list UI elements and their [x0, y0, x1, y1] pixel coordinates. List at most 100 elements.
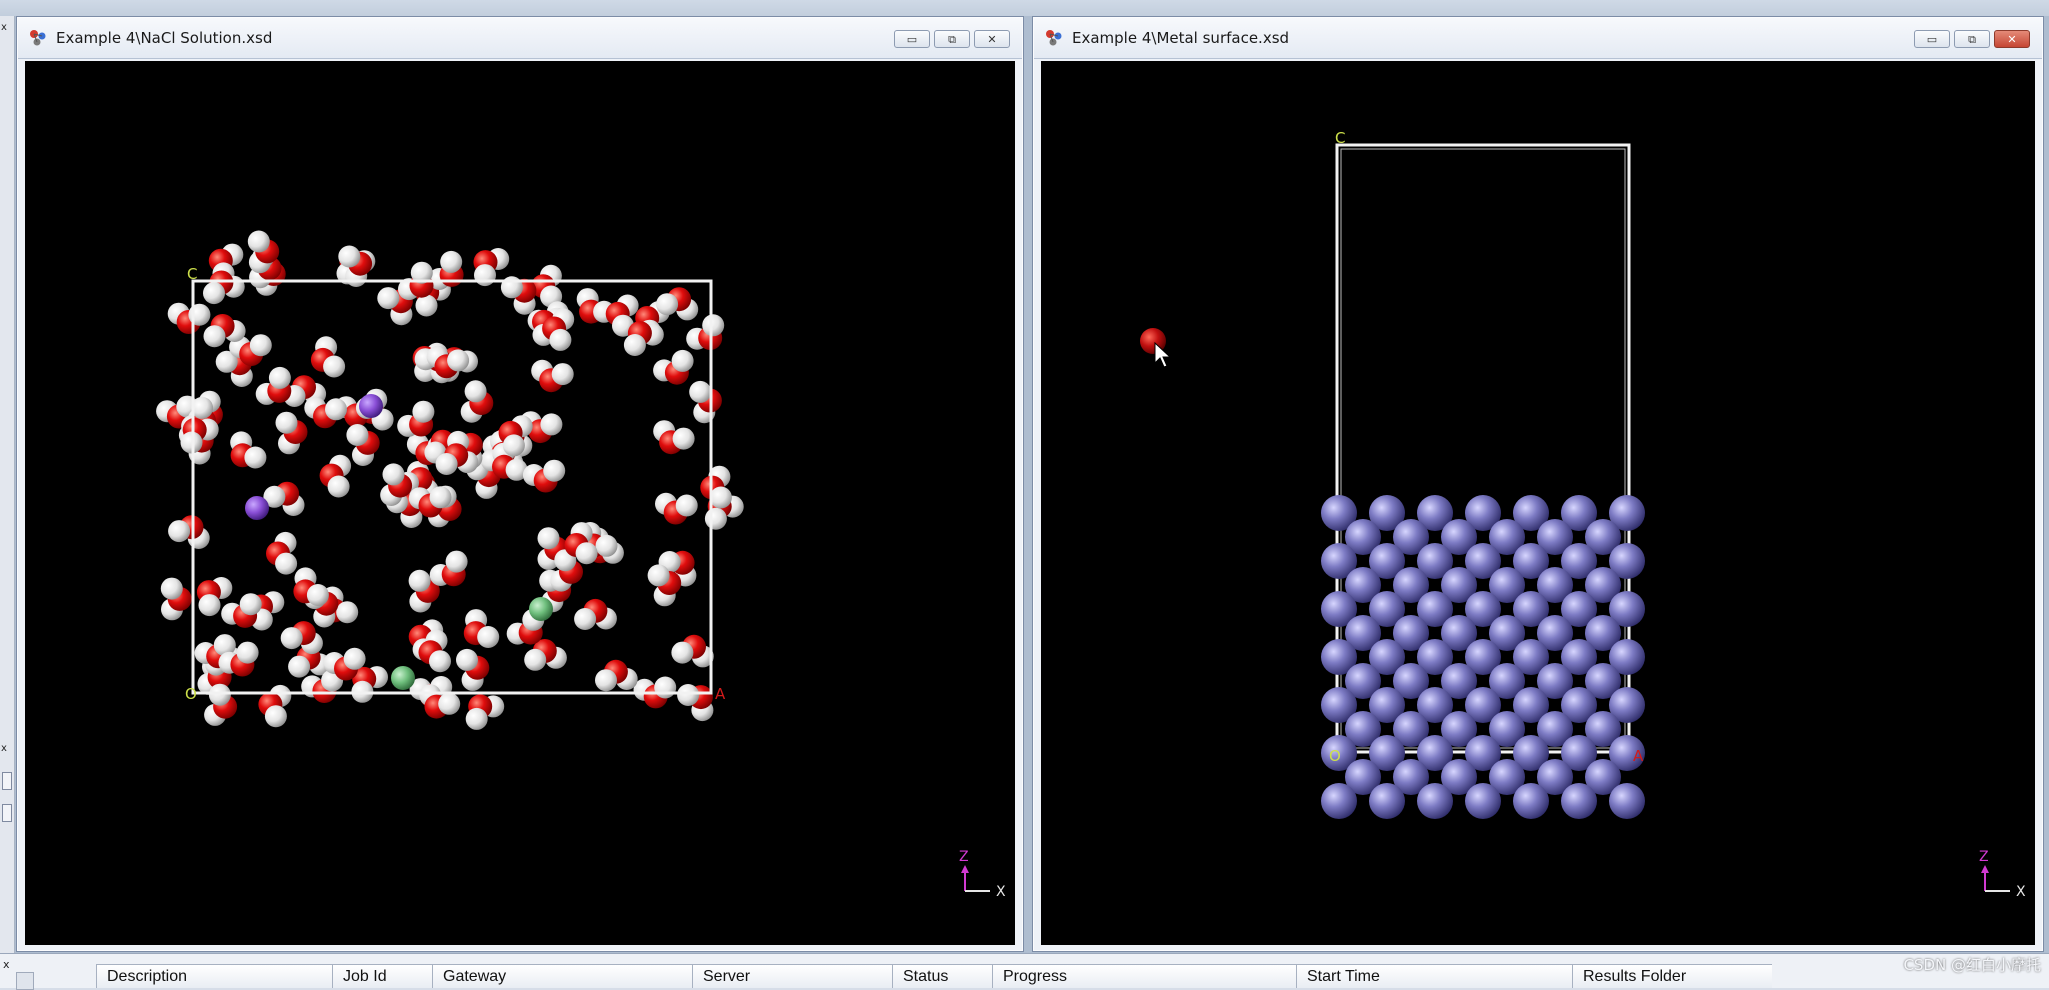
hydrogen-atom [595, 669, 617, 692]
window-title-bar[interactable]: Example 4\NaCl Solution.xsd ▭ ⧉ ✕ [18, 18, 1022, 59]
axis-label-z: Z [1979, 849, 1989, 865]
sodium-ion [359, 394, 383, 418]
3d-structure-viewport[interactable]: C O A Z X [25, 61, 1015, 945]
panel-tab[interactable] [16, 972, 34, 990]
hydrogen-atom [412, 400, 435, 423]
restore-icon: ⧉ [948, 32, 956, 46]
hydrogen-atom [429, 650, 451, 673]
hydrogen-atom [440, 250, 463, 273]
3d-structure-viewport[interactable]: C O A Z X [1041, 61, 2035, 945]
hydrogen-atom [198, 594, 221, 617]
lattice-label-c: C [187, 265, 197, 283]
column-header-job-id[interactable]: Job Id [332, 964, 432, 988]
hydrogen-atom [247, 230, 270, 253]
hydrogen-atom [709, 486, 732, 509]
restore-button[interactable]: ⧉ [934, 30, 970, 48]
panel-close-icon[interactable]: x [3, 958, 10, 971]
hydrogen-atom [464, 380, 487, 403]
hydrogen-atom [574, 608, 597, 630]
hydrogen-atom [236, 641, 259, 664]
lattice-label-origin: O [1329, 747, 1341, 765]
dock-close-icon[interactable]: x [1, 22, 7, 34]
hydrogen-atom [306, 584, 329, 606]
hydrogen-atom [671, 349, 694, 372]
left-dock-strip: x x [0, 16, 15, 953]
dock-tab[interactable] [2, 804, 12, 822]
hydrogen-atom [249, 334, 272, 357]
hydrogen-atom [325, 398, 347, 421]
hydrogen-atom [323, 355, 346, 378]
hydrogen-atom [429, 486, 452, 509]
hydrogen-atom [343, 647, 366, 670]
metal-atom [1513, 783, 1549, 819]
metal-atom [1465, 783, 1501, 819]
restore-button[interactable]: ⧉ [1954, 30, 1990, 48]
hydrogen-atom [677, 684, 700, 706]
metal-atom [1369, 783, 1405, 819]
hydrogen-atom [595, 534, 618, 557]
sodium-ion [245, 496, 269, 520]
hydrogen-atom [346, 424, 369, 446]
minimize-button[interactable]: ▭ [1914, 30, 1950, 48]
dock-close-icon[interactable]: x [1, 743, 7, 755]
chlorine-ion [391, 666, 415, 690]
hydrogen-atom [160, 577, 183, 600]
axis-triad: Z X [1979, 849, 2026, 900]
hydrogen-atom [445, 550, 468, 573]
minimize-icon: ▭ [1926, 32, 1938, 46]
hydrogen-atom [672, 427, 695, 450]
hydrogen-atom [168, 520, 191, 543]
column-header-start-time[interactable]: Start Time [1296, 964, 1572, 988]
column-header-progress[interactable]: Progress [992, 964, 1296, 988]
close-button[interactable]: ✕ [974, 30, 1010, 48]
hydrogen-atom [549, 328, 572, 351]
hydrogen-atom [203, 282, 225, 305]
lattice-label-origin: O [185, 685, 197, 703]
hydrogen-atom [264, 705, 287, 728]
metal-atom [1417, 783, 1453, 819]
window-title: Example 4\NaCl Solution.xsd [56, 29, 273, 47]
hydrogen-atom [327, 475, 350, 498]
column-header-status[interactable]: Status [892, 964, 992, 988]
column-header-description[interactable]: Description [96, 964, 332, 988]
dock-tab[interactable] [2, 772, 12, 790]
minimize-icon: ▭ [906, 32, 918, 46]
metal-atom [1321, 783, 1357, 819]
window-title-bar[interactable]: Example 4\Metal surface.xsd ▭ ⧉ ✕ [1034, 18, 2042, 59]
metal-slab-atoms [1321, 495, 1645, 819]
document-window-nacl-solution[interactable]: Example 4\NaCl Solution.xsd ▭ ⧉ ✕ C O A … [16, 16, 1024, 952]
hydrogen-atom [208, 683, 231, 706]
hydrogen-atom [543, 459, 566, 482]
hydrogen-atom [280, 627, 303, 650]
hydrogen-atom [656, 293, 679, 316]
close-icon: ✕ [2007, 32, 2017, 46]
lattice-label-a: A [1633, 747, 1644, 765]
axis-triad: Z X [959, 849, 1006, 900]
hydrogen-atom [704, 507, 727, 530]
hydrogen-atom [524, 648, 547, 671]
axis-label-z: Z [959, 849, 969, 865]
hydrogen-atom [336, 601, 359, 624]
metal-surface-structure[interactable]: C O A Z X [1041, 61, 2035, 945]
hydrogen-atom [540, 413, 563, 436]
column-header-results-folder[interactable]: Results Folder [1572, 964, 1772, 988]
document-window-metal-surface[interactable]: Example 4\Metal surface.xsd ▭ ⧉ ✕ C O A … [1032, 16, 2044, 952]
nacl-solution-structure[interactable]: C O A Z X [25, 61, 1015, 945]
hydrogen-atom [438, 692, 461, 715]
hydrogen-atom [671, 641, 694, 664]
materials-studio-icon [30, 30, 46, 46]
hydrogen-atom [474, 264, 496, 287]
close-button[interactable]: ✕ [1994, 30, 2030, 48]
materials-studio-icon [1046, 30, 1062, 46]
column-header-gateway[interactable]: Gateway [432, 964, 692, 988]
column-header-server[interactable]: Server [692, 964, 892, 988]
hydrogen-atom [244, 446, 267, 469]
hydrogen-atom [456, 648, 478, 671]
hydrogen-atom [502, 434, 525, 457]
hydrogen-atom [377, 287, 400, 310]
minimize-button[interactable]: ▭ [894, 30, 930, 48]
hydrogen-atom [435, 453, 458, 475]
hydrogen-atom [551, 363, 574, 386]
hydrogen-atom [275, 552, 298, 575]
hydrogen-atom [654, 676, 677, 699]
